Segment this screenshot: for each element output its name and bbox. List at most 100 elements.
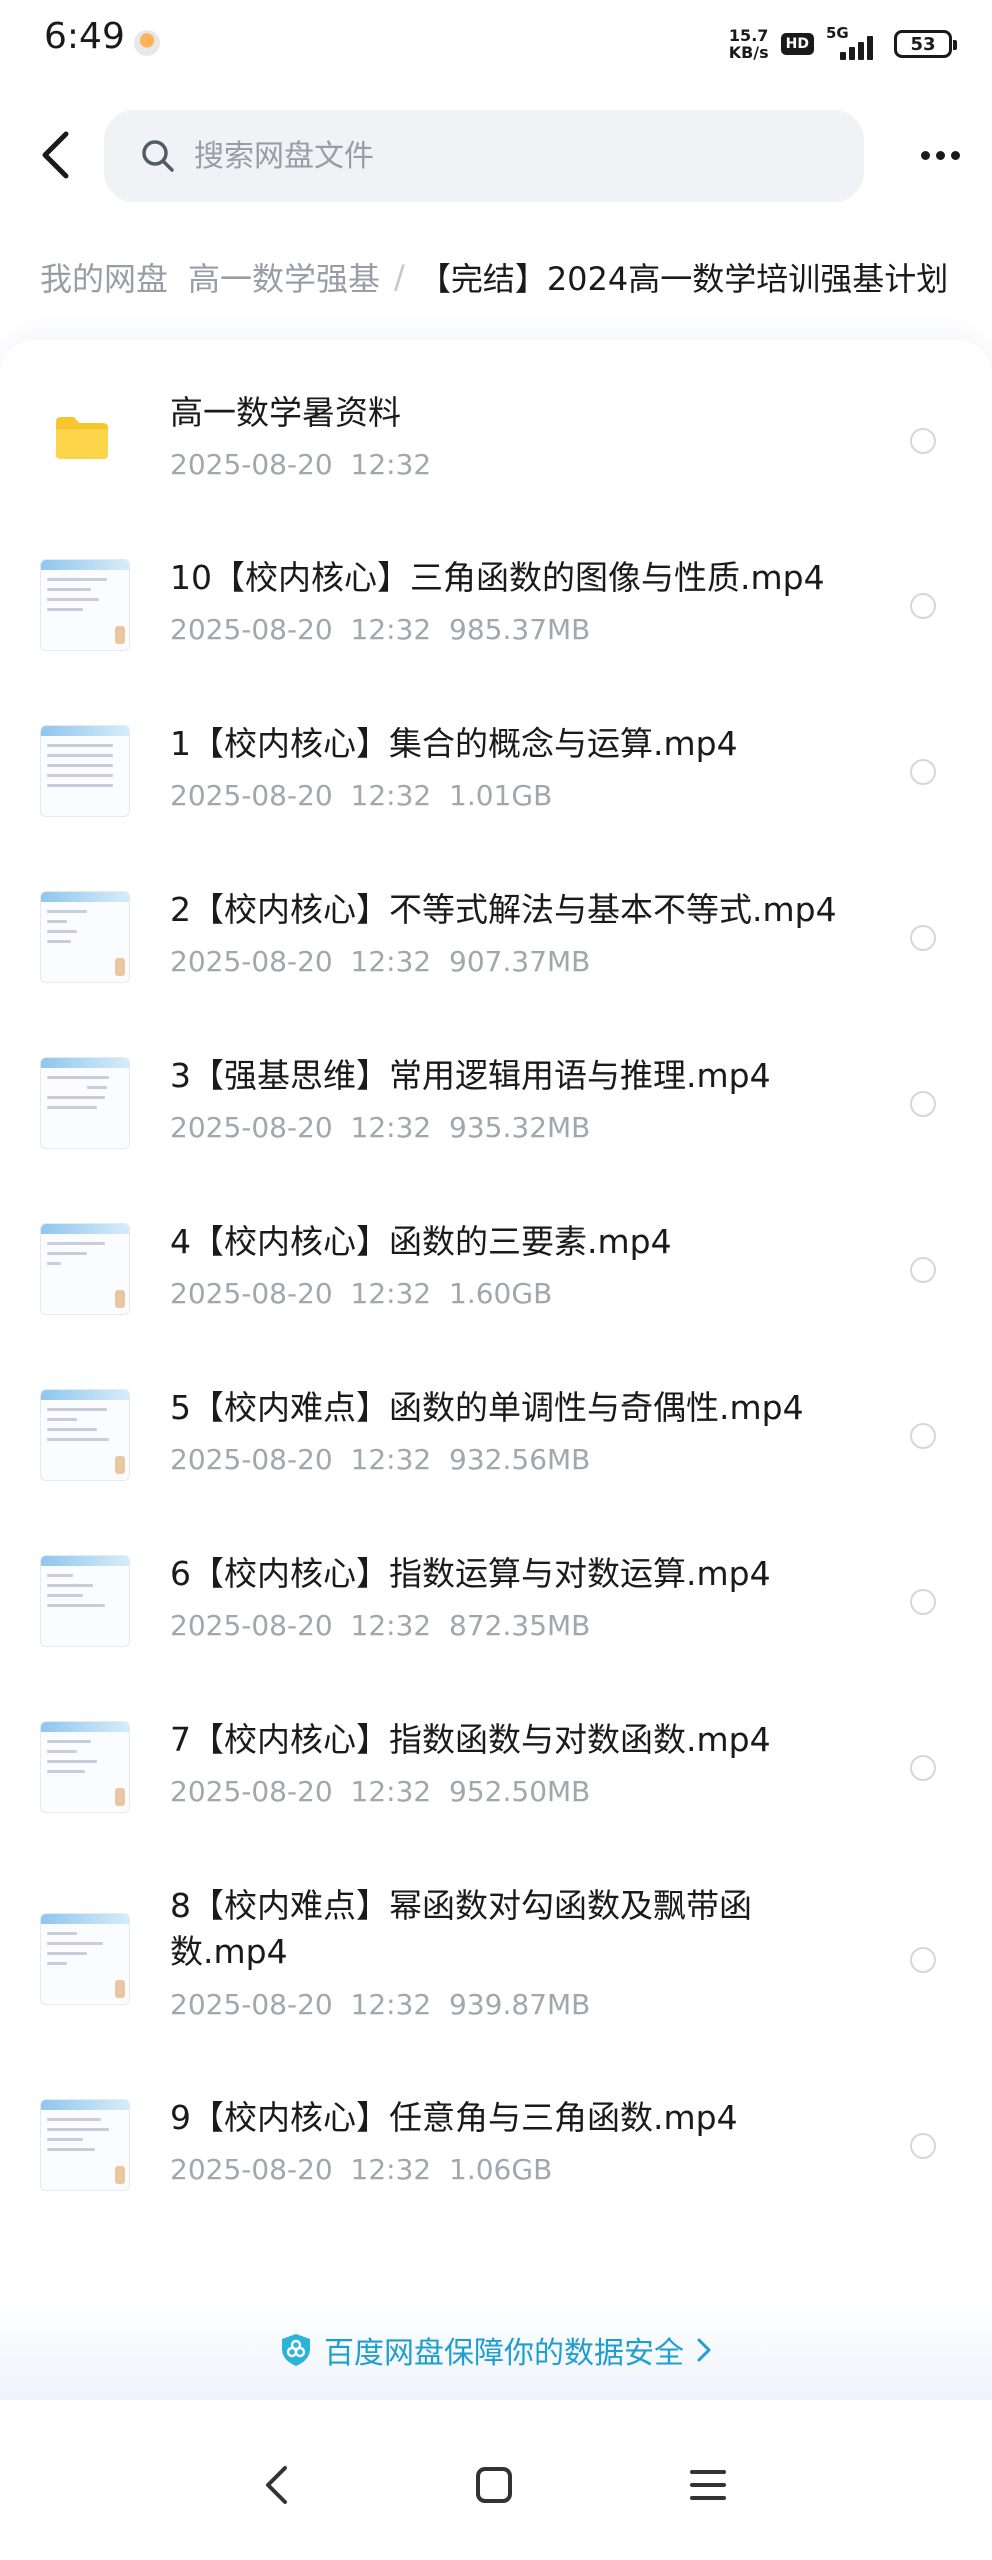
file-meta: 2025-08-20 12:32 985.37MB <box>170 613 590 646</box>
file-meta: 2025-08-20 12:32 939.87MB <box>170 1988 590 2021</box>
video-thumbnail <box>40 1721 130 1813</box>
status-time: 6:49 <box>44 16 125 57</box>
video-thumbnail <box>40 891 130 983</box>
search-box[interactable] <box>104 110 864 202</box>
video-thumbnail <box>40 1057 130 1149</box>
file-size: 872.35MB <box>449 1609 591 1642</box>
nav-menu-button[interactable] <box>678 2455 738 2515</box>
select-radio[interactable] <box>910 1755 936 1781</box>
file-date: 2025-08-20 12:32 <box>170 945 432 978</box>
signal-icon: 5G <box>826 24 882 62</box>
system-nav-bar <box>0 2410 992 2560</box>
nav-menu-icon <box>690 2470 726 2500</box>
video-thumbnail <box>40 1389 130 1481</box>
security-notice[interactable]: 百度网盘保障你的数据安全 <box>0 2300 992 2400</box>
file-date: 2025-08-20 12:32 <box>170 1277 432 1310</box>
file-size: 939.87MB <box>449 1988 591 2021</box>
file-name: 8【校内难点】幂函数对勾函数及飘带函数.mp4 <box>170 1886 752 1971</box>
file-meta: 2025-08-20 12:32 872.35MB <box>170 1609 590 1642</box>
file-name: 高一数学暑资料 <box>170 393 401 432</box>
select-radio[interactable] <box>910 1423 936 1449</box>
file-meta: 2025-08-20 12:32 952.50MB <box>170 1775 590 1808</box>
back-button[interactable] <box>30 125 80 185</box>
more-button[interactable] <box>910 130 970 180</box>
file-meta: 2025-08-20 12:32 932.56MB <box>170 1443 590 1476</box>
select-radio[interactable] <box>910 428 936 454</box>
status-indicators: 15.7 KB/s HD 5G 53 <box>729 24 957 64</box>
file-meta: 2025-08-20 12:32 907.37MB <box>170 945 590 978</box>
breadcrumb-parent[interactable]: 高一数学强基 <box>188 254 380 300</box>
file-meta: 2025-08-20 12:32 935.32MB <box>170 1111 590 1144</box>
search-input[interactable] <box>192 137 796 175</box>
battery-icon: 53 <box>894 30 957 58</box>
security-text: 百度网盘保障你的数据安全 <box>324 2336 684 2371</box>
status-bar: 6:49 15.7 KB/s HD 5G 53 <box>0 0 992 90</box>
select-radio[interactable] <box>910 759 936 785</box>
select-radio[interactable] <box>910 593 936 619</box>
select-radio[interactable] <box>910 925 936 951</box>
file-list-item[interactable]: 9【校内核心】任意角与三角函数.mp4 2025-08-20 12:32 1.0… <box>0 2075 992 2215</box>
file-list-item[interactable]: 10【校内核心】三角函数的图像与性质.mp4 2025-08-20 12:32 … <box>0 535 992 675</box>
file-list-item[interactable]: 5【校内难点】函数的单调性与奇偶性.mp4 2025-08-20 12:32 9… <box>0 1365 992 1505</box>
file-list-item[interactable]: 3【强基思维】常用逻辑用语与推理.mp4 2025-08-20 12:32 93… <box>0 1033 992 1173</box>
breadcrumb: 我的网盘 高一数学强基 / 【完结】2024高一数学培训强基计划 <box>40 242 992 312</box>
file-name: 2【校内核心】不等式解法与基本不等式.mp4 <box>170 890 837 929</box>
top-bar <box>0 90 992 220</box>
select-radio[interactable] <box>910 1947 936 1973</box>
network-speed-value: 15.7 <box>728 26 769 45</box>
select-radio[interactable] <box>910 1091 936 1117</box>
back-arrow-icon <box>42 131 69 179</box>
nav-back-icon <box>266 2466 287 2504</box>
file-date: 2025-08-20 12:32 <box>170 1443 432 1476</box>
file-date: 2025-08-20 12:32 <box>170 1111 432 1144</box>
file-list-item[interactable]: 2【校内核心】不等式解法与基本不等式.mp4 2025-08-20 12:32 … <box>0 867 992 1007</box>
file-meta: 2025-08-20 12:32 1.06GB <box>170 2153 552 2186</box>
file-list-item[interactable]: 6【校内核心】指数运算与对数运算.mp4 2025-08-20 12:32 87… <box>0 1531 992 1671</box>
file-size: 985.37MB <box>449 613 591 646</box>
file-name: 10【校内核心】三角函数的图像与性质.mp4 <box>170 558 825 597</box>
nav-home-button[interactable] <box>464 2455 524 2515</box>
breadcrumb-separator: / <box>394 258 405 296</box>
select-radio[interactable] <box>910 1257 936 1283</box>
video-thumbnail <box>40 2099 130 2191</box>
file-name: 7【校内核心】指数函数与对数函数.mp4 <box>170 1720 771 1759</box>
video-thumbnail <box>40 559 130 651</box>
file-name: 3【强基思维】常用逻辑用语与推理.mp4 <box>170 1056 771 1095</box>
file-date: 2025-08-20 12:32 <box>170 1988 432 2021</box>
file-name: 4【校内核心】函数的三要素.mp4 <box>170 1222 672 1261</box>
file-date: 2025-08-20 12:32 <box>170 613 432 646</box>
file-name: 1【校内核心】集合的概念与运算.mp4 <box>170 724 738 763</box>
network-speed-unit: KB/s <box>728 43 769 62</box>
file-size: 1.06GB <box>449 2153 553 2186</box>
file-size: 907.37MB <box>449 945 591 978</box>
nav-home-icon <box>476 2467 512 2503</box>
file-list-item[interactable]: 8【校内难点】幂函数对勾函数及飘带函数.mp4 2025-08-20 12:32… <box>0 1863 992 2053</box>
nav-back-button[interactable] <box>246 2455 306 2515</box>
network-speed: 15.7 KB/s <box>729 27 769 61</box>
shield-icon <box>282 2334 310 2366</box>
battery-level: 53 <box>910 33 936 55</box>
file-list-item[interactable]: 4【校内核心】函数的三要素.mp4 2025-08-20 12:32 1.60G… <box>0 1199 992 1339</box>
notification-app-icon <box>134 30 160 56</box>
breadcrumb-root[interactable]: 我的网盘 <box>40 254 168 300</box>
file-list-item[interactable]: 1【校内核心】集合的概念与运算.mp4 2025-08-20 12:32 1.0… <box>0 701 992 841</box>
video-thumbnail <box>40 1913 130 2005</box>
folder-icon <box>56 417 108 459</box>
file-list-item[interactable]: 高一数学暑资料 2025-08-20 12:32 <box>0 370 992 510</box>
file-name: 9【校内核心】任意角与三角函数.mp4 <box>170 2098 738 2137</box>
breadcrumb-current: 【完结】2024高一数学培训强基计划 <box>418 260 949 298</box>
file-size: 935.32MB <box>449 1111 591 1144</box>
select-radio[interactable] <box>910 2133 936 2159</box>
file-date: 2025-08-20 12:32 <box>170 1775 432 1808</box>
file-list-item[interactable]: 7【校内核心】指数函数与对数函数.mp4 2025-08-20 12:32 95… <box>0 1697 992 1837</box>
file-date: 2025-08-20 12:32 <box>170 2153 432 2186</box>
file-date: 2025-08-20 12:32 <box>170 448 432 481</box>
select-radio[interactable] <box>910 1589 936 1615</box>
hd-badge: HD <box>780 33 814 55</box>
file-size: 932.56MB <box>449 1443 591 1476</box>
file-size: 1.01GB <box>449 779 553 812</box>
file-size: 1.60GB <box>449 1277 553 1310</box>
file-size: 952.50MB <box>449 1775 591 1808</box>
video-thumbnail <box>40 725 130 817</box>
video-thumbnail <box>40 1223 130 1315</box>
